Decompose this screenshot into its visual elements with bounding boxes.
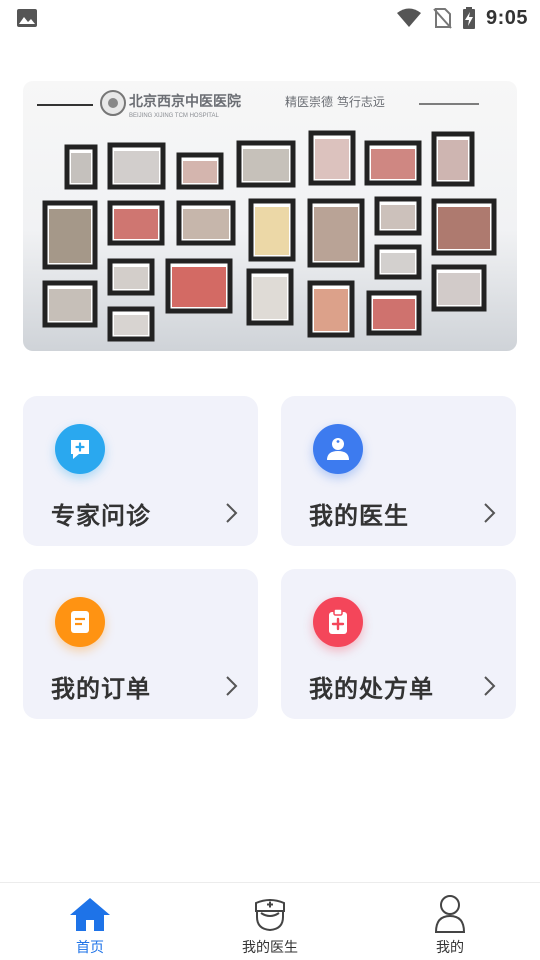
status-time: 9:05	[485, 6, 528, 29]
my-prescriptions-label: 我的处方单	[309, 675, 434, 703]
status-bar: 9:05	[0, 0, 540, 36]
hospital-name-cn: 北京西京中医医院	[129, 93, 241, 110]
chat-plus-icon	[71, 440, 89, 459]
order-list-icon	[71, 611, 89, 633]
my-prescriptions-card[interactable]: 我的处方单	[281, 569, 516, 719]
hospital-slogan: 精医崇德 笃行志远	[285, 94, 385, 109]
battery-charging-icon	[462, 7, 475, 29]
my-doctor-card[interactable]: 我的医生	[281, 396, 516, 546]
person-icon	[434, 895, 466, 933]
no-sim-icon	[433, 8, 452, 29]
chevron-right-icon	[226, 676, 238, 696]
home-icon	[70, 898, 110, 931]
banner-carousel[interactable]: 北京西京中医医院 BEIJING XIJING TCM HOSPITAL 精医崇…	[23, 81, 517, 351]
my-doctor-label: 我的医生	[309, 502, 409, 530]
doctor-cap-icon	[255, 899, 285, 932]
hospital-name-en: BEIJING XIJING TCM HOSPITAL	[129, 113, 219, 119]
image-icon	[17, 9, 37, 27]
expert-consultation-label: 专家问诊	[51, 502, 151, 530]
chevron-right-icon	[226, 503, 238, 523]
nav-my-doctor[interactable]: 我的医生	[180, 883, 360, 960]
bottom-navigation: 首页 我的医生 我的	[0, 882, 540, 960]
wifi-icon	[396, 8, 421, 27]
photo-wall-image: 北京西京中医医院 BEIJING XIJING TCM HOSPITAL 精医崇…	[37, 90, 497, 342]
my-prescriptions-badge	[313, 597, 363, 647]
prescription-icon	[329, 608, 347, 634]
nav-mine[interactable]: 我的	[360, 883, 540, 960]
chevron-right-icon	[484, 503, 496, 523]
my-orders-label: 我的订单	[51, 675, 151, 703]
expert-consultation-badge	[55, 424, 105, 474]
expert-consultation-card[interactable]: 专家问诊	[23, 396, 258, 546]
nav-home[interactable]: 首页	[0, 883, 180, 960]
nav-home-label: 首页	[76, 940, 104, 956]
my-orders-card[interactable]: 我的订单	[23, 569, 258, 719]
chevron-right-icon	[484, 676, 496, 696]
my-orders-badge	[55, 597, 105, 647]
doctor-icon	[327, 438, 349, 460]
nav-my-doctor-label: 我的医生	[242, 940, 298, 956]
nav-mine-label: 我的	[436, 940, 464, 956]
my-doctor-badge	[313, 424, 363, 474]
